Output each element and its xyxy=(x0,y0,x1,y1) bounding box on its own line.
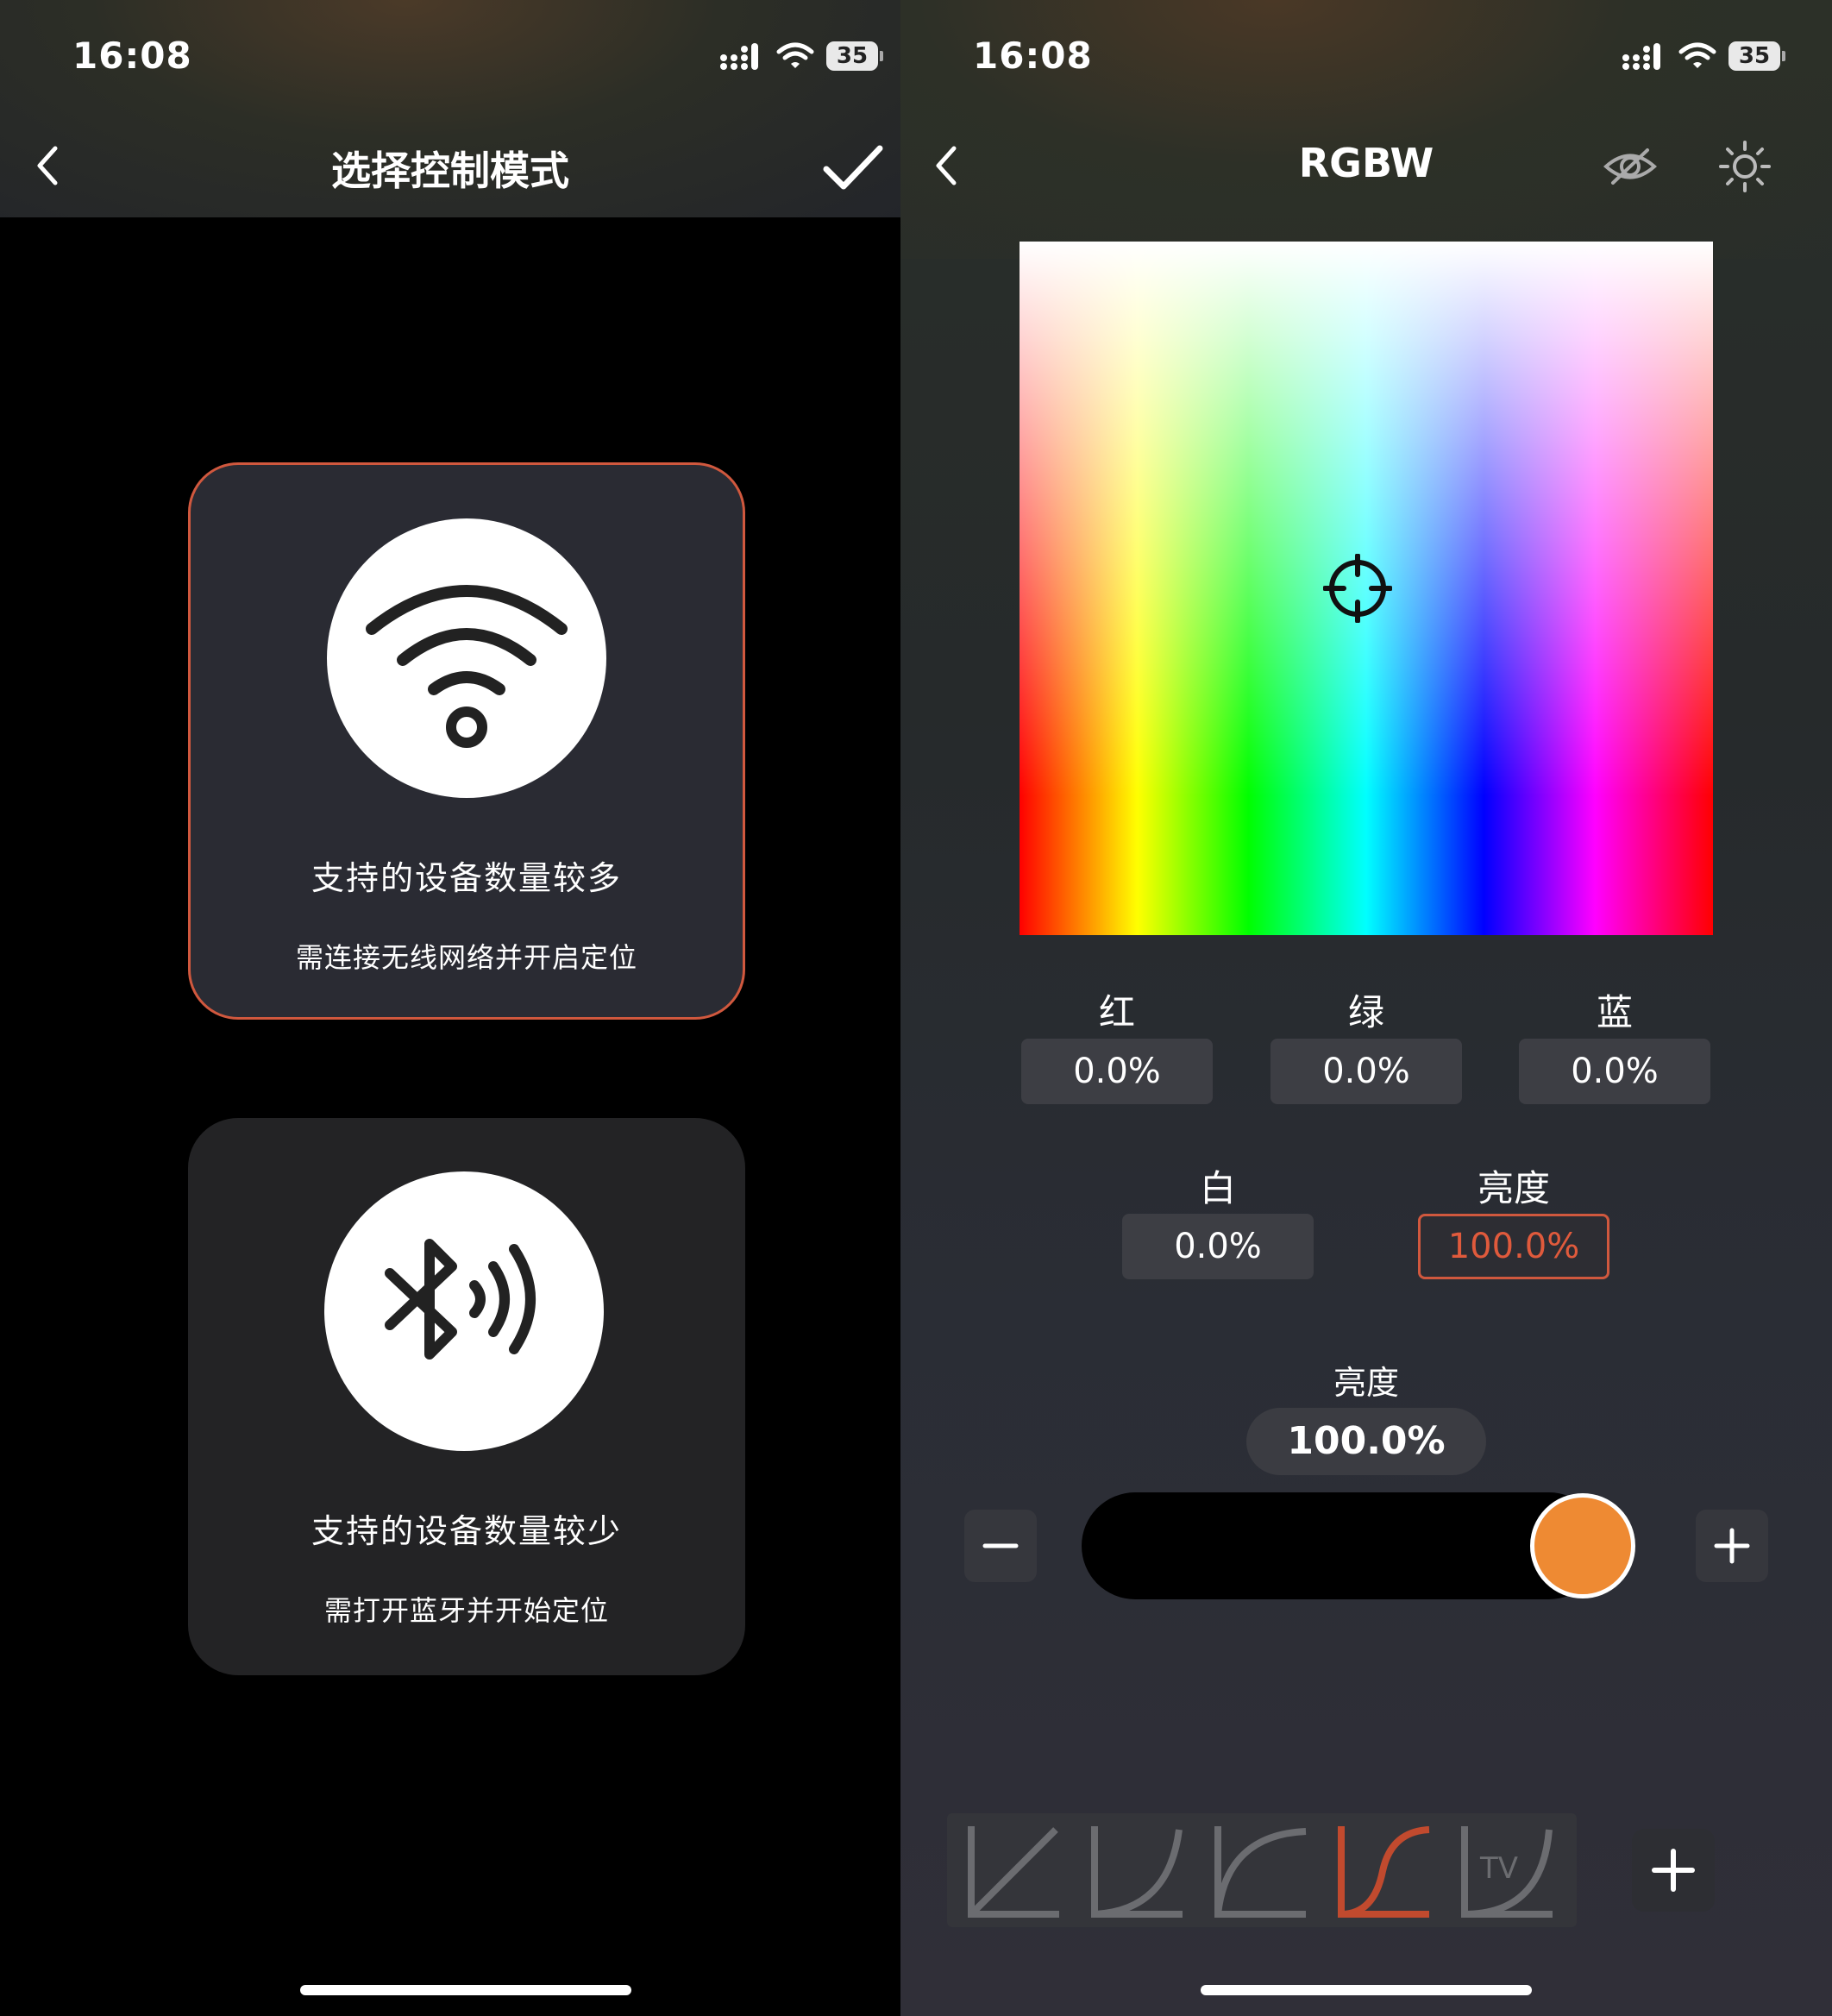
mode-select-screen: 16:08 35 选择控制模式 支持的设备数量较多 需连接无线网络并开启定位 支… xyxy=(0,0,900,2016)
bluetooth-icon xyxy=(385,1239,536,1360)
s-curve-icon[interactable] xyxy=(1331,1816,1440,1925)
minus-icon xyxy=(982,1543,1019,1548)
rgbw-controls: 红 绿 蓝 0.0% 0.0% 0.0% 白 亮度 0.0% 100.0% 亮度… xyxy=(900,0,1832,2016)
status-time: 16:08 xyxy=(72,35,192,77)
brightness-label: 亮度 xyxy=(1477,1167,1550,1209)
brightness-decrease-button[interactable] xyxy=(964,1510,1037,1582)
brightness-slider-title: 亮度 xyxy=(1333,1364,1399,1402)
tv-curve-label: TV xyxy=(1479,1851,1518,1886)
wifi-mode-card[interactable]: 支持的设备数量较多 需连接无线网络并开启定位 xyxy=(188,462,745,1020)
home-indicator xyxy=(1201,1985,1532,1995)
confirm-check-icon[interactable] xyxy=(821,141,885,193)
wifi-mode-main-text: 支持的设备数量较多 xyxy=(311,859,622,897)
white-value-field[interactable]: 0.0% xyxy=(1122,1214,1314,1279)
brightness-increase-button[interactable] xyxy=(1696,1510,1768,1582)
linear-curve-icon[interactable] xyxy=(961,1816,1070,1925)
plus-icon xyxy=(1652,1849,1695,1892)
exponential-curve-icon[interactable] xyxy=(1084,1816,1193,1925)
bluetooth-mode-main-text: 支持的设备数量较少 xyxy=(311,1512,622,1550)
plus-icon xyxy=(1714,1528,1750,1564)
brightness-slider-track[interactable] xyxy=(1082,1492,1603,1599)
wifi-status-icon xyxy=(776,42,814,68)
brightness-slider-thumb[interactable] xyxy=(1530,1493,1635,1598)
brightness-value-field[interactable]: 100.0% xyxy=(1418,1214,1609,1279)
red-label: 红 xyxy=(1098,991,1135,1033)
dimming-curve-selector: TV xyxy=(947,1813,1577,1927)
wifi-mode-icon-circle xyxy=(327,518,606,798)
battery-tip xyxy=(880,51,883,61)
green-value-field[interactable]: 0.0% xyxy=(1270,1039,1462,1104)
bluetooth-mode-card[interactable]: 支持的设备数量较少 需打开蓝牙并开始定位 xyxy=(188,1118,745,1675)
white-label: 白 xyxy=(1199,1167,1236,1209)
blue-value-field[interactable]: 0.0% xyxy=(1519,1039,1710,1104)
blue-label: 蓝 xyxy=(1596,991,1633,1033)
add-curve-button[interactable] xyxy=(1632,1829,1715,1912)
logarithmic-curve-icon[interactable] xyxy=(1208,1816,1316,1925)
wifi-mode-sub-text: 需连接无线网络并开启定位 xyxy=(295,941,637,974)
page-title: 选择控制模式 xyxy=(331,148,569,194)
brightness-slider-value: 100.0% xyxy=(1246,1408,1486,1475)
bluetooth-mode-sub-text: 需打开蓝牙并开始定位 xyxy=(323,1594,609,1627)
back-chevron-icon[interactable] xyxy=(33,143,62,188)
green-label: 绿 xyxy=(1347,991,1384,1033)
bluetooth-mode-icon-circle xyxy=(324,1171,604,1451)
battery-indicator: 35 xyxy=(826,41,883,71)
signal-icon xyxy=(720,43,758,70)
status-icons: 35 xyxy=(719,41,883,71)
wifi-icon xyxy=(366,585,568,748)
tv-curve-icon[interactable]: TV xyxy=(1454,1816,1563,1925)
battery-level: 35 xyxy=(826,41,878,71)
red-value-field[interactable]: 0.0% xyxy=(1021,1039,1213,1104)
home-indicator xyxy=(300,1985,631,1995)
